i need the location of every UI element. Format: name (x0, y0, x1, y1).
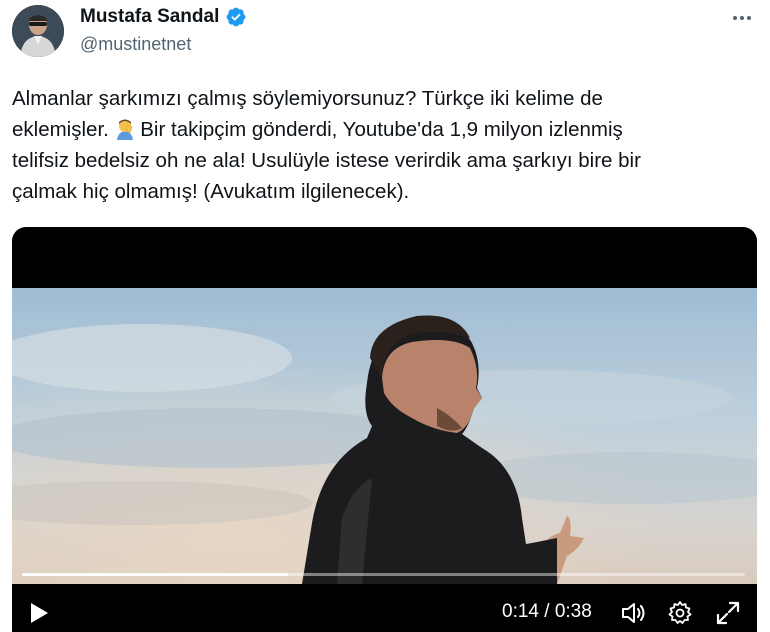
verified-badge-icon (226, 7, 246, 27)
play-icon[interactable] (29, 602, 49, 624)
tweet-card: Mustafa Sandal @mustinetnet Almanlar şar… (0, 0, 770, 632)
more-horizontal-icon (733, 16, 737, 20)
fullscreen-expand-icon[interactable] (715, 600, 741, 626)
author-handle[interactable]: @mustinetnet (80, 34, 191, 55)
volume-icon[interactable] (620, 600, 646, 626)
settings-gear-icon[interactable] (667, 600, 693, 626)
video-player[interactable]: 0:14 / 0:38 (12, 227, 757, 632)
tweet-text-line: çalmak hiç olmamış! (Avukatım ilgilenece… (12, 180, 410, 203)
more-options-button[interactable] (728, 8, 756, 28)
video-progress-fill (22, 573, 289, 576)
author-name-row[interactable]: Mustafa Sandal (80, 6, 247, 28)
tweet-text-line: telifsiz bedelsiz oh ne ala! Usulüyle is… (12, 149, 641, 172)
video-progress-bar[interactable] (22, 573, 745, 576)
avatar[interactable] (12, 5, 64, 57)
tweet-text-line: Almanlar şarkımızı çalmış söylemiyorsunu… (12, 87, 603, 110)
video-frame[interactable] (12, 288, 757, 584)
video-still-image (12, 288, 757, 584)
tweet-text: Almanlar şarkımızı çalmış söylemiyorsunu… (12, 83, 702, 207)
tweet-text-line: eklemişler. Bir takipçim gönderdi, Youtu… (12, 118, 623, 141)
author-display-name[interactable]: Mustafa Sandal (80, 6, 219, 28)
video-time: 0:14 / 0:38 (502, 601, 592, 622)
video-controls: 0:14 / 0:38 (12, 587, 757, 632)
man-facepalming-emoji-icon (116, 119, 133, 140)
